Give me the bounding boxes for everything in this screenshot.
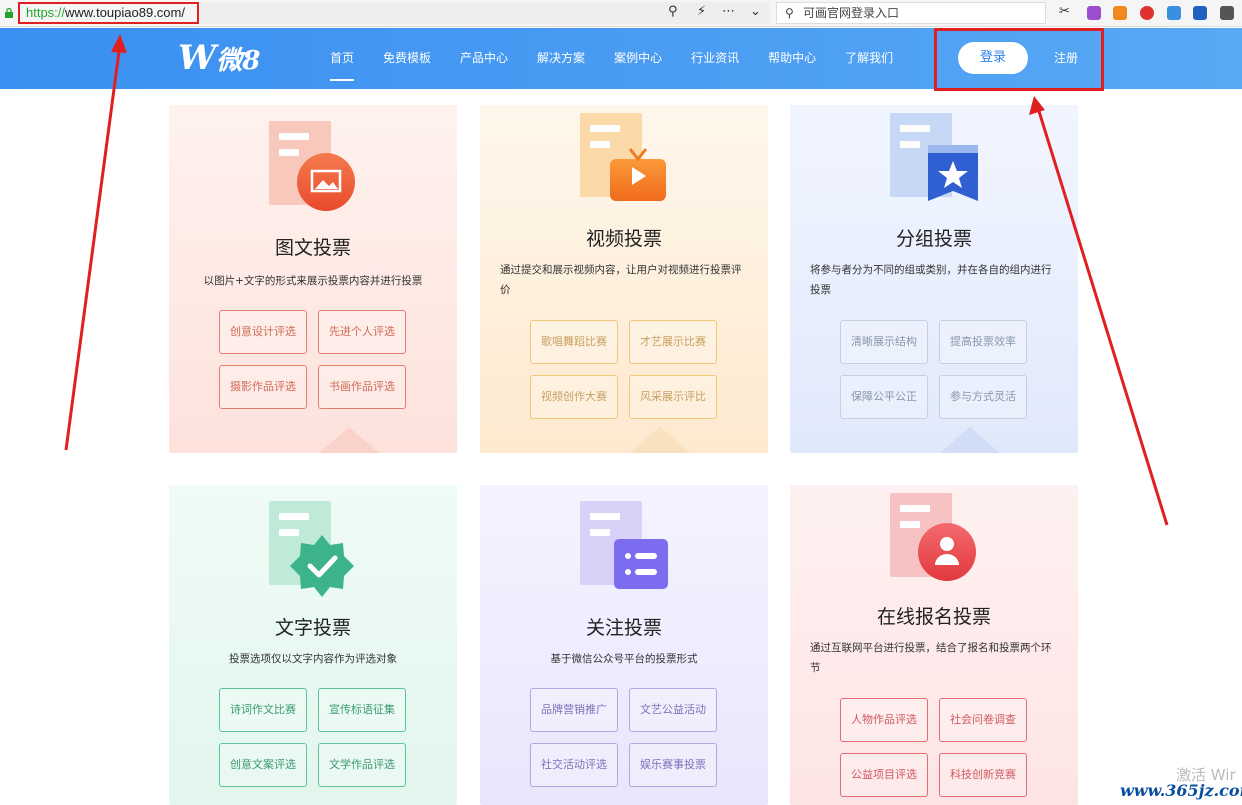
nav-item-about[interactable]: 了解我们 <box>845 28 893 89</box>
card-tag[interactable]: 歌唱舞蹈比赛 <box>530 320 618 364</box>
card-tag[interactable]: 摄影作品评选 <box>219 365 307 409</box>
nav-item-help[interactable]: 帮助中心 <box>768 28 816 89</box>
nav-item-solutions[interactable]: 解决方案 <box>537 28 585 89</box>
star-badge-icon <box>928 153 978 201</box>
card-tag[interactable]: 创意文案评选 <box>219 743 307 787</box>
lock-icon <box>5 8 13 18</box>
vote-card-text[interactable]: 文字投票 投票选项仅以文字内容作为评选对象 诗词作文比赛 宣传标语征集 创意文案… <box>169 485 457 805</box>
card-title: 文字投票 <box>274 617 351 639</box>
list-icon <box>614 539 668 589</box>
card-description: 将参与者分为不同的组或类别，并在各自的组内进行投票 <box>810 264 1052 296</box>
play-icon <box>628 148 648 185</box>
card-tag[interactable]: 社交活动评选 <box>530 743 618 787</box>
logo-mark: W <box>178 38 216 78</box>
card-tag[interactable]: 书画作品评选 <box>318 365 406 409</box>
signup-illustration <box>890 493 980 585</box>
site-logo[interactable]: W 微8 <box>178 38 261 78</box>
card-tag[interactable]: 宣传标语征集 <box>318 688 406 732</box>
card-tag[interactable]: 参与方式灵活 <box>939 375 1027 419</box>
address-bar[interactable]: https://www.toupiao89.com/ <box>18 2 199 24</box>
video-illustration <box>580 113 670 205</box>
vote-card-signup[interactable]: 在线报名投票 通过互联网平台进行投票，结合了报名和投票两个环节 人物作品评选 社… <box>790 485 1078 805</box>
mail-icon[interactable] <box>1167 6 1181 20</box>
vote-card-image-text[interactable]: 图文投票 以图片+文字的形式来展示投票内容并进行投票 创意设计评选 先进个人评选… <box>169 105 457 453</box>
user-icon <box>935 537 959 565</box>
card-tag[interactable]: 保障公平公正 <box>840 375 928 419</box>
card-description: 通过提交和展示视频内容，让用户对视频进行投票评价 <box>500 264 742 296</box>
card-tag[interactable]: 品牌营销推广 <box>530 688 618 732</box>
card-tag[interactable]: 视频创作大赛 <box>530 375 618 419</box>
chevron-down-icon[interactable]: ⌄ <box>750 4 761 19</box>
logo-text: 微8 <box>216 45 261 76</box>
address-bar-fill[interactable] <box>200 2 770 24</box>
card-title: 关注投票 <box>585 617 662 639</box>
card-title: 图文投票 <box>274 237 351 259</box>
browser-search-input[interactable]: ⚲ 可画官网登录入口 <box>776 2 1046 24</box>
nav-item-cases[interactable]: 案例中心 <box>614 28 662 89</box>
card-tag[interactable]: 文学作品评选 <box>318 743 406 787</box>
search-placeholder: 可画官网登录入口 <box>803 6 900 20</box>
lightning-icon[interactable]: ⚡ <box>697 4 706 19</box>
vote-card-group[interactable]: 分组投票 将参与者分为不同的组或类别，并在各自的组内进行投票 清晰展示结构 提高… <box>790 105 1078 453</box>
nav-item-news[interactable]: 行业资讯 <box>691 28 739 89</box>
scissors-icon[interactable]: ✂ <box>1059 4 1070 19</box>
main-nav: 首页 免费模板 产品中心 解决方案 案例中心 行业资讯 帮助中心 了解我们 <box>330 28 922 89</box>
nav-item-products[interactable]: 产品中心 <box>460 28 508 89</box>
arrow-to-url <box>64 43 122 451</box>
group-illustration <box>890 113 980 205</box>
card-tag[interactable]: 诗词作文比赛 <box>219 688 307 732</box>
card-description: 以图片+文字的形式来展示投票内容并进行投票 <box>203 275 423 287</box>
card-tag[interactable]: 风采展示评比 <box>629 375 717 419</box>
card-description: 通过互联网平台进行投票，结合了报名和投票两个环节 <box>810 642 1052 674</box>
card-title: 视频投票 <box>585 228 662 250</box>
card-tag[interactable]: 清晰展示结构 <box>840 320 928 364</box>
register-link[interactable]: 注册 <box>1054 42 1078 74</box>
card-tag[interactable]: 先进个人评选 <box>318 310 406 354</box>
card-tag[interactable]: 人物作品评选 <box>840 698 928 742</box>
picture-icon <box>310 169 342 193</box>
image-text-illustration <box>269 121 359 211</box>
nav-item-home[interactable]: 首页 <box>330 28 355 89</box>
browser-toolbar: https://www.toupiao89.com/ ⚲ ⚡ ⋯ ⌄ ⚲ 可画官… <box>0 0 1242 27</box>
search-icon: ⚲ <box>785 6 794 20</box>
extension-icon-4[interactable] <box>1220 6 1234 20</box>
nav-item-templates[interactable]: 免费模板 <box>383 28 431 89</box>
card-tag[interactable]: 文艺公益活动 <box>629 688 717 732</box>
text-illustration <box>269 501 359 597</box>
card-tag[interactable]: 公益项目评选 <box>840 753 928 797</box>
vote-card-follow[interactable]: 关注投票 基于微信公众号平台的投票形式 品牌营销推广 文艺公益活动 社交活动评选… <box>480 485 768 805</box>
card-tag[interactable]: 科技创新竞赛 <box>939 753 1027 797</box>
zoom-icon[interactable]: ⚲ <box>668 4 678 19</box>
card-tag[interactable]: 提高投票效率 <box>939 320 1027 364</box>
url-scheme: https:// <box>26 5 66 20</box>
watermark-site: www.365jz.com <box>1120 781 1242 800</box>
vote-card-video[interactable]: 视频投票 通过提交和展示视频内容，让用户对视频进行投票评价 歌唱舞蹈比赛 才艺展… <box>480 105 768 453</box>
extension-icon-3[interactable] <box>1193 6 1207 20</box>
extension-icon-2[interactable] <box>1113 6 1127 20</box>
card-description: 投票选项仅以文字内容作为评选对象 <box>229 653 397 665</box>
card-title: 分组投票 <box>895 228 972 250</box>
card-tag[interactable]: 创意设计评选 <box>219 310 307 354</box>
card-title: 在线报名投票 <box>876 606 991 628</box>
weibo-icon[interactable] <box>1140 6 1154 20</box>
follow-illustration <box>580 501 670 591</box>
more-icon[interactable]: ⋯ <box>722 4 735 19</box>
extension-icon-1[interactable] <box>1087 6 1101 20</box>
card-description: 基于微信公众号平台的投票形式 <box>550 653 698 665</box>
url-text: www.toupiao89.com/ <box>65 5 185 20</box>
check-badge-icon <box>290 535 354 597</box>
card-tag[interactable]: 才艺展示比赛 <box>629 320 717 364</box>
card-tag[interactable]: 娱乐赛事投票 <box>629 743 717 787</box>
card-tag[interactable]: 社会问卷调查 <box>939 698 1027 742</box>
login-button[interactable]: 登录 <box>958 42 1028 74</box>
